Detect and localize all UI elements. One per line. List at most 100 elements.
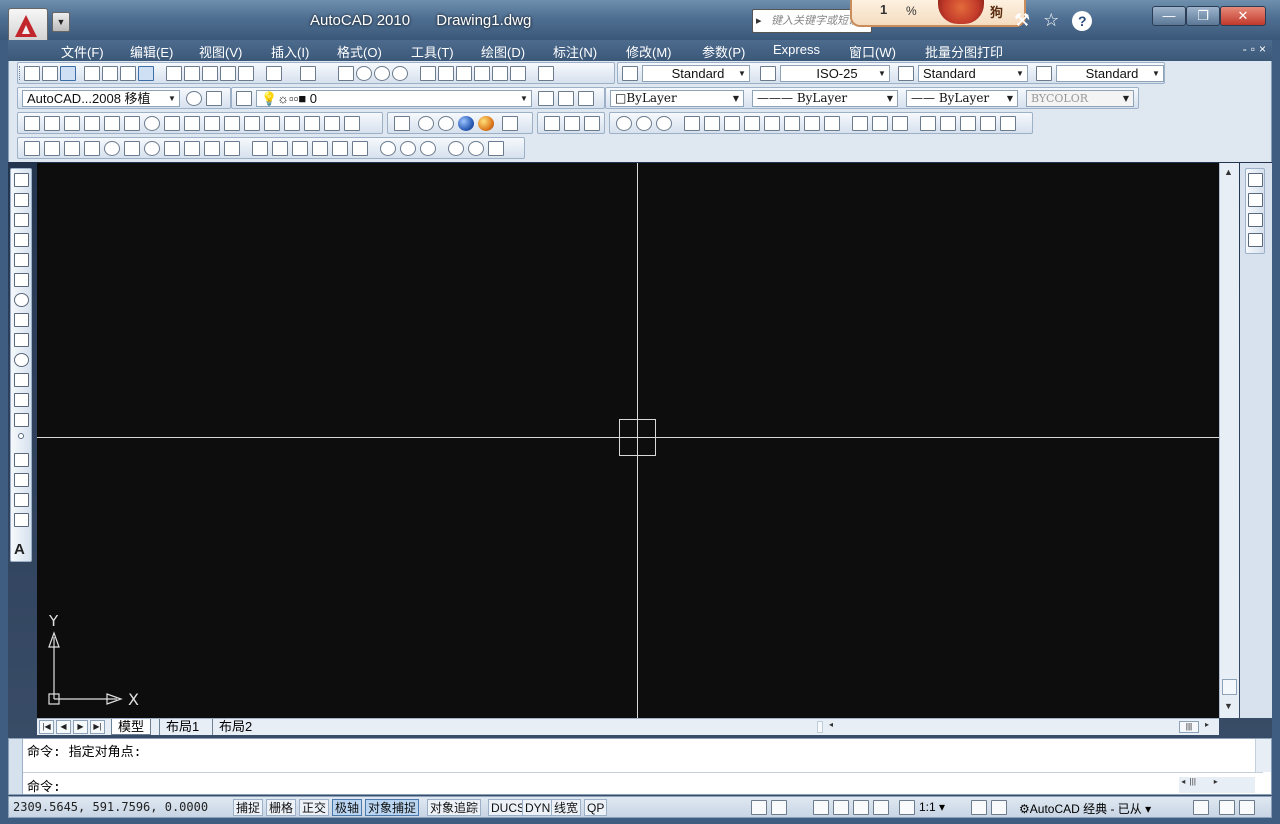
polysolid-icon[interactable] [24, 141, 40, 156]
horizontal-scroll-track[interactable] [817, 721, 823, 733]
scroll-thumb[interactable] [1222, 679, 1237, 695]
menu-file[interactable]: 文件(F) [61, 42, 104, 61]
presspull-icon[interactable] [224, 141, 240, 156]
close-button[interactable]: ✕ [1220, 6, 1266, 26]
explode-icon[interactable] [344, 116, 360, 131]
revision-cloud-icon[interactable] [14, 313, 29, 327]
annotation-scale[interactable]: 1:1 ▾ [919, 800, 945, 814]
helix-icon[interactable] [184, 141, 200, 156]
coordinate-display[interactable]: 2309.5645, 591.7596, 0.0000 [13, 800, 208, 814]
cylinder-icon[interactable] [124, 141, 140, 156]
menu-insert[interactable]: 插入(I) [271, 42, 309, 61]
rectangle-icon[interactable] [14, 253, 29, 267]
menu-edit[interactable]: 编辑(E) [130, 42, 173, 61]
linetype-select[interactable]: ——— ByLayer ▼ [752, 90, 898, 107]
clean-screen-icon[interactable] [1239, 800, 1255, 815]
menu-dimension[interactable]: 标注(N) [553, 42, 597, 61]
pan-icon[interactable] [338, 66, 354, 81]
extrude-faces-icon[interactable] [684, 116, 700, 131]
arc-icon[interactable] [14, 273, 29, 287]
trim-icon[interactable] [204, 116, 220, 131]
3d-array-icon[interactable] [468, 141, 484, 156]
3d-rotate-icon[interactable] [352, 141, 368, 156]
lineweight-select[interactable]: —— ByLayer ▼ [906, 90, 1018, 107]
drawing-canvas[interactable]: Y X [37, 163, 1219, 718]
otrack-toggle[interactable]: 对象追踪 [427, 799, 482, 816]
bring-to-front-icon[interactable] [1248, 173, 1263, 187]
grid-toggle[interactable]: 栅格 [266, 799, 297, 816]
plot-preview-icon[interactable] [102, 66, 118, 81]
model-space-icon[interactable] [751, 800, 767, 815]
separate-icon[interactable] [940, 116, 956, 131]
new-icon[interactable] [24, 66, 40, 81]
subtract-icon[interactable] [636, 116, 652, 131]
rotate-faces-icon[interactable] [764, 116, 780, 131]
multileader-style-select[interactable]: Standard ▼ [1056, 65, 1164, 82]
menu-tools[interactable]: 工具(T) [411, 42, 454, 61]
copy-object-icon[interactable] [44, 116, 60, 131]
imprint-icon[interactable] [892, 116, 908, 131]
multileader-style-icon[interactable] [1036, 66, 1052, 81]
scroll-down-icon[interactable]: ▼ [1224, 701, 1233, 711]
smooth-icon[interactable] [544, 116, 560, 131]
refine-icon[interactable] [564, 116, 580, 131]
scroll-up-icon[interactable]: ▲ [1224, 167, 1233, 177]
tab-layout1[interactable]: 布局1 [159, 719, 205, 735]
scroll-right-icon[interactable]: ▸ [1205, 720, 1209, 729]
layer-select[interactable]: 💡☼▫▫■ 0 ▼ [256, 90, 532, 107]
polygon-icon[interactable] [14, 233, 29, 247]
rotate-icon[interactable] [144, 116, 160, 131]
copy-icon[interactable] [184, 66, 200, 81]
array-icon[interactable] [104, 116, 120, 131]
render-region-icon[interactable] [438, 116, 454, 131]
union-icon[interactable] [616, 116, 632, 131]
chamfer-icon[interactable] [304, 116, 320, 131]
annotation-visibility-icon[interactable] [971, 800, 987, 815]
edit-solid-history-icon[interactable] [1000, 116, 1016, 131]
box-icon[interactable] [44, 141, 60, 156]
loft-icon[interactable] [312, 141, 328, 156]
shell-icon[interactable] [960, 116, 976, 131]
menu-express[interactable]: Express [773, 42, 820, 57]
break-at-point-icon[interactable] [244, 116, 260, 131]
render-icon[interactable] [458, 116, 474, 131]
copy-edges-icon[interactable] [852, 116, 868, 131]
spline-icon[interactable] [14, 333, 29, 347]
horizontal-scroll-thumb[interactable]: ||| [1179, 721, 1199, 733]
offset-faces-icon[interactable] [724, 116, 740, 131]
sheet-set-icon[interactable] [474, 66, 490, 81]
delete-faces-icon[interactable] [744, 116, 760, 131]
layer-previous-icon[interactable] [558, 91, 574, 106]
zoom-realtime-icon[interactable] [356, 66, 372, 81]
command-prompt-input[interactable]: 命令: [27, 776, 61, 795]
3d-scale-icon[interactable] [488, 141, 504, 156]
qp-toggle[interactable]: QP [584, 799, 608, 816]
make-block-icon[interactable] [14, 413, 29, 427]
layer-manager-icon[interactable] [236, 91, 252, 106]
send-under-icon[interactable] [1248, 233, 1263, 247]
help-icon[interactable]: ? [1072, 11, 1093, 31]
gradient-icon[interactable] [14, 473, 29, 487]
cut-icon[interactable] [166, 66, 182, 81]
region-icon[interactable] [394, 116, 410, 131]
extrude-icon[interactable] [252, 141, 268, 156]
redo-icon[interactable] [300, 66, 316, 81]
table-style-icon[interactable] [898, 66, 914, 81]
menu-batch-plot[interactable]: 批量分图打印 [925, 42, 1003, 61]
join-icon[interactable] [284, 116, 300, 131]
wedge-icon[interactable] [64, 141, 80, 156]
command-scrollbar[interactable] [1255, 739, 1271, 772]
table-style-select[interactable]: Standard ▼ [918, 65, 1028, 82]
text-style-icon[interactable] [622, 66, 638, 81]
layout-icon[interactable] [771, 800, 787, 815]
offset-icon[interactable] [84, 116, 100, 131]
layer-states-icon[interactable] [578, 91, 594, 106]
polar-toggle[interactable]: 极轴 [332, 799, 363, 816]
stretch-icon[interactable] [184, 116, 200, 131]
menu-view[interactable]: 视图(V) [199, 42, 242, 61]
fillet-icon[interactable] [324, 116, 340, 131]
region-draw-icon[interactable] [14, 493, 29, 507]
intersect-icon[interactable] [656, 116, 672, 131]
polyline-icon[interactable] [14, 213, 29, 227]
auto-scale-icon[interactable] [991, 800, 1007, 815]
